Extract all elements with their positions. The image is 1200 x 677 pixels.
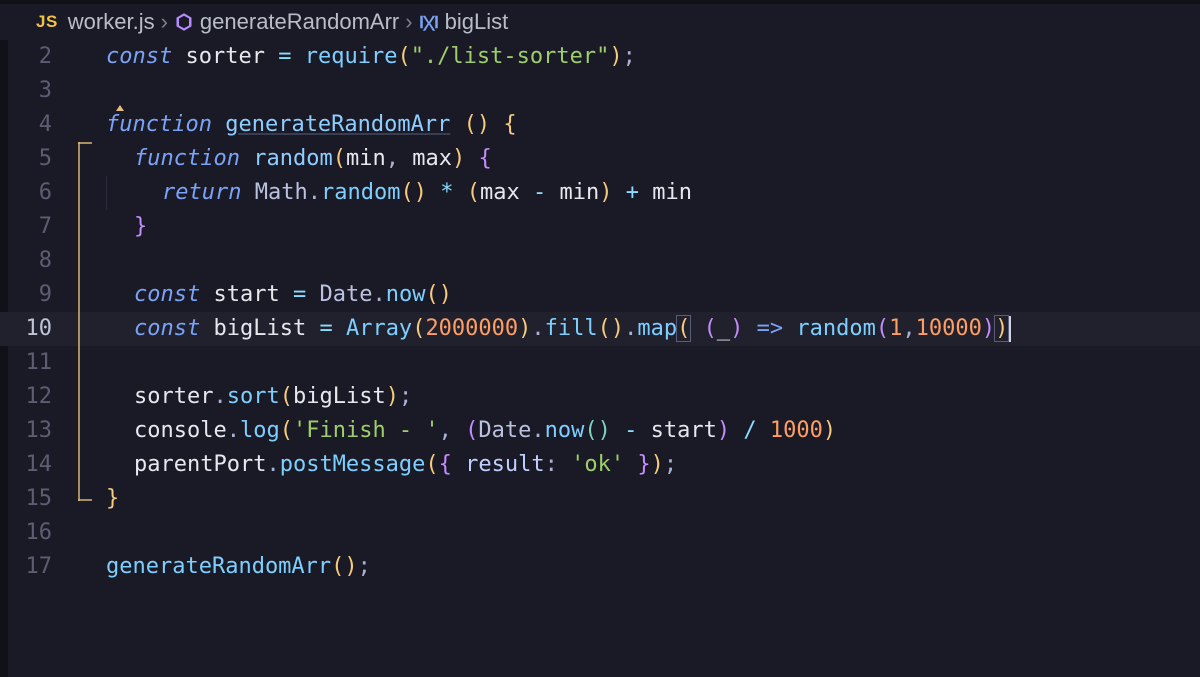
code-content[interactable]: }	[106, 482, 119, 516]
code-line[interactable]: 2 const sorter = require("./list-sorter"…	[0, 40, 1200, 74]
code-content[interactable]: const start = Date.now()	[134, 278, 452, 312]
line-number: 4	[0, 108, 66, 142]
chevron-right-icon: ›	[405, 9, 412, 35]
breadcrumb-file[interactable]: worker.js	[68, 9, 155, 35]
code-line[interactable]: 5 function random(min, max) {	[0, 142, 1200, 176]
breadcrumb[interactable]: JS worker.js › generateRandomArr › bigLi…	[0, 4, 1200, 40]
line-number: 17	[0, 550, 66, 584]
code-content[interactable]: function random(min, max) {	[134, 142, 492, 176]
code-line[interactable]: 3	[0, 74, 1200, 108]
line-number: 7	[0, 210, 66, 244]
code-line[interactable]: 15 }	[0, 482, 1200, 516]
code-line[interactable]: 4 function generateRandomArr () {	[0, 108, 1200, 142]
code-line[interactable]: 14 parentPort.postMessage({ result: 'ok'…	[0, 448, 1200, 482]
line-number: 12	[0, 380, 66, 414]
code-line[interactable]: 6 return Math.random() * (max - min) + m…	[0, 176, 1200, 210]
line-number: 9	[0, 278, 66, 312]
js-file-icon: JS	[36, 12, 58, 32]
text-cursor	[1009, 316, 1011, 342]
code-line[interactable]: 8	[0, 244, 1200, 278]
code-line[interactable]: 16	[0, 516, 1200, 550]
code-content[interactable]: }	[134, 210, 147, 244]
line-number: 13	[0, 414, 66, 448]
variable-icon	[419, 12, 439, 32]
code-line[interactable]: 17 generateRandomArr();	[0, 550, 1200, 584]
line-number: 3	[0, 74, 66, 108]
breadcrumb-symbol-variable[interactable]: bigList	[445, 9, 509, 35]
code-content[interactable]: function generateRandomArr () {	[106, 108, 517, 142]
code-line[interactable]: 11	[0, 346, 1200, 380]
code-line[interactable]: 9 const start = Date.now()	[0, 278, 1200, 312]
line-number: 11	[0, 346, 66, 380]
code-content[interactable]: sorter.sort(bigList);	[134, 380, 412, 414]
code-line[interactable]: 12 sorter.sort(bigList);	[0, 380, 1200, 414]
chevron-right-icon: ›	[161, 9, 168, 35]
line-number: 6	[0, 176, 66, 210]
code-editor[interactable]: 2 const sorter = require("./list-sorter"…	[0, 40, 1200, 677]
code-content[interactable]: const sorter = require("./list-sorter");	[106, 40, 636, 74]
code-content[interactable]: generateRandomArr();	[106, 550, 371, 584]
line-number: 8	[0, 244, 66, 278]
code-line[interactable]: 13 console.log('Finish - ', (Date.now() …	[0, 414, 1200, 448]
line-number: 15	[0, 482, 66, 516]
code-line-current[interactable]: 10 const bigList = Array(2000000).fill()…	[0, 312, 1200, 346]
line-number: 14	[0, 448, 66, 482]
line-number: 5	[0, 142, 66, 176]
line-number: 10	[0, 312, 66, 346]
line-number: 16	[0, 516, 66, 550]
code-content[interactable]: console.log('Finish - ', (Date.now() - s…	[134, 414, 836, 448]
code-line[interactable]: 7 }	[0, 210, 1200, 244]
breadcrumb-symbol-function[interactable]: generateRandomArr	[200, 9, 399, 35]
code-content[interactable]: const bigList = Array(2000000).fill().ma…	[134, 312, 1011, 346]
code-content[interactable]: parentPort.postMessage({ result: 'ok' })…	[134, 448, 677, 482]
method-icon	[174, 12, 194, 32]
code-content[interactable]: return Math.random() * (max - min) + min	[162, 176, 692, 210]
line-number: 2	[0, 40, 66, 74]
